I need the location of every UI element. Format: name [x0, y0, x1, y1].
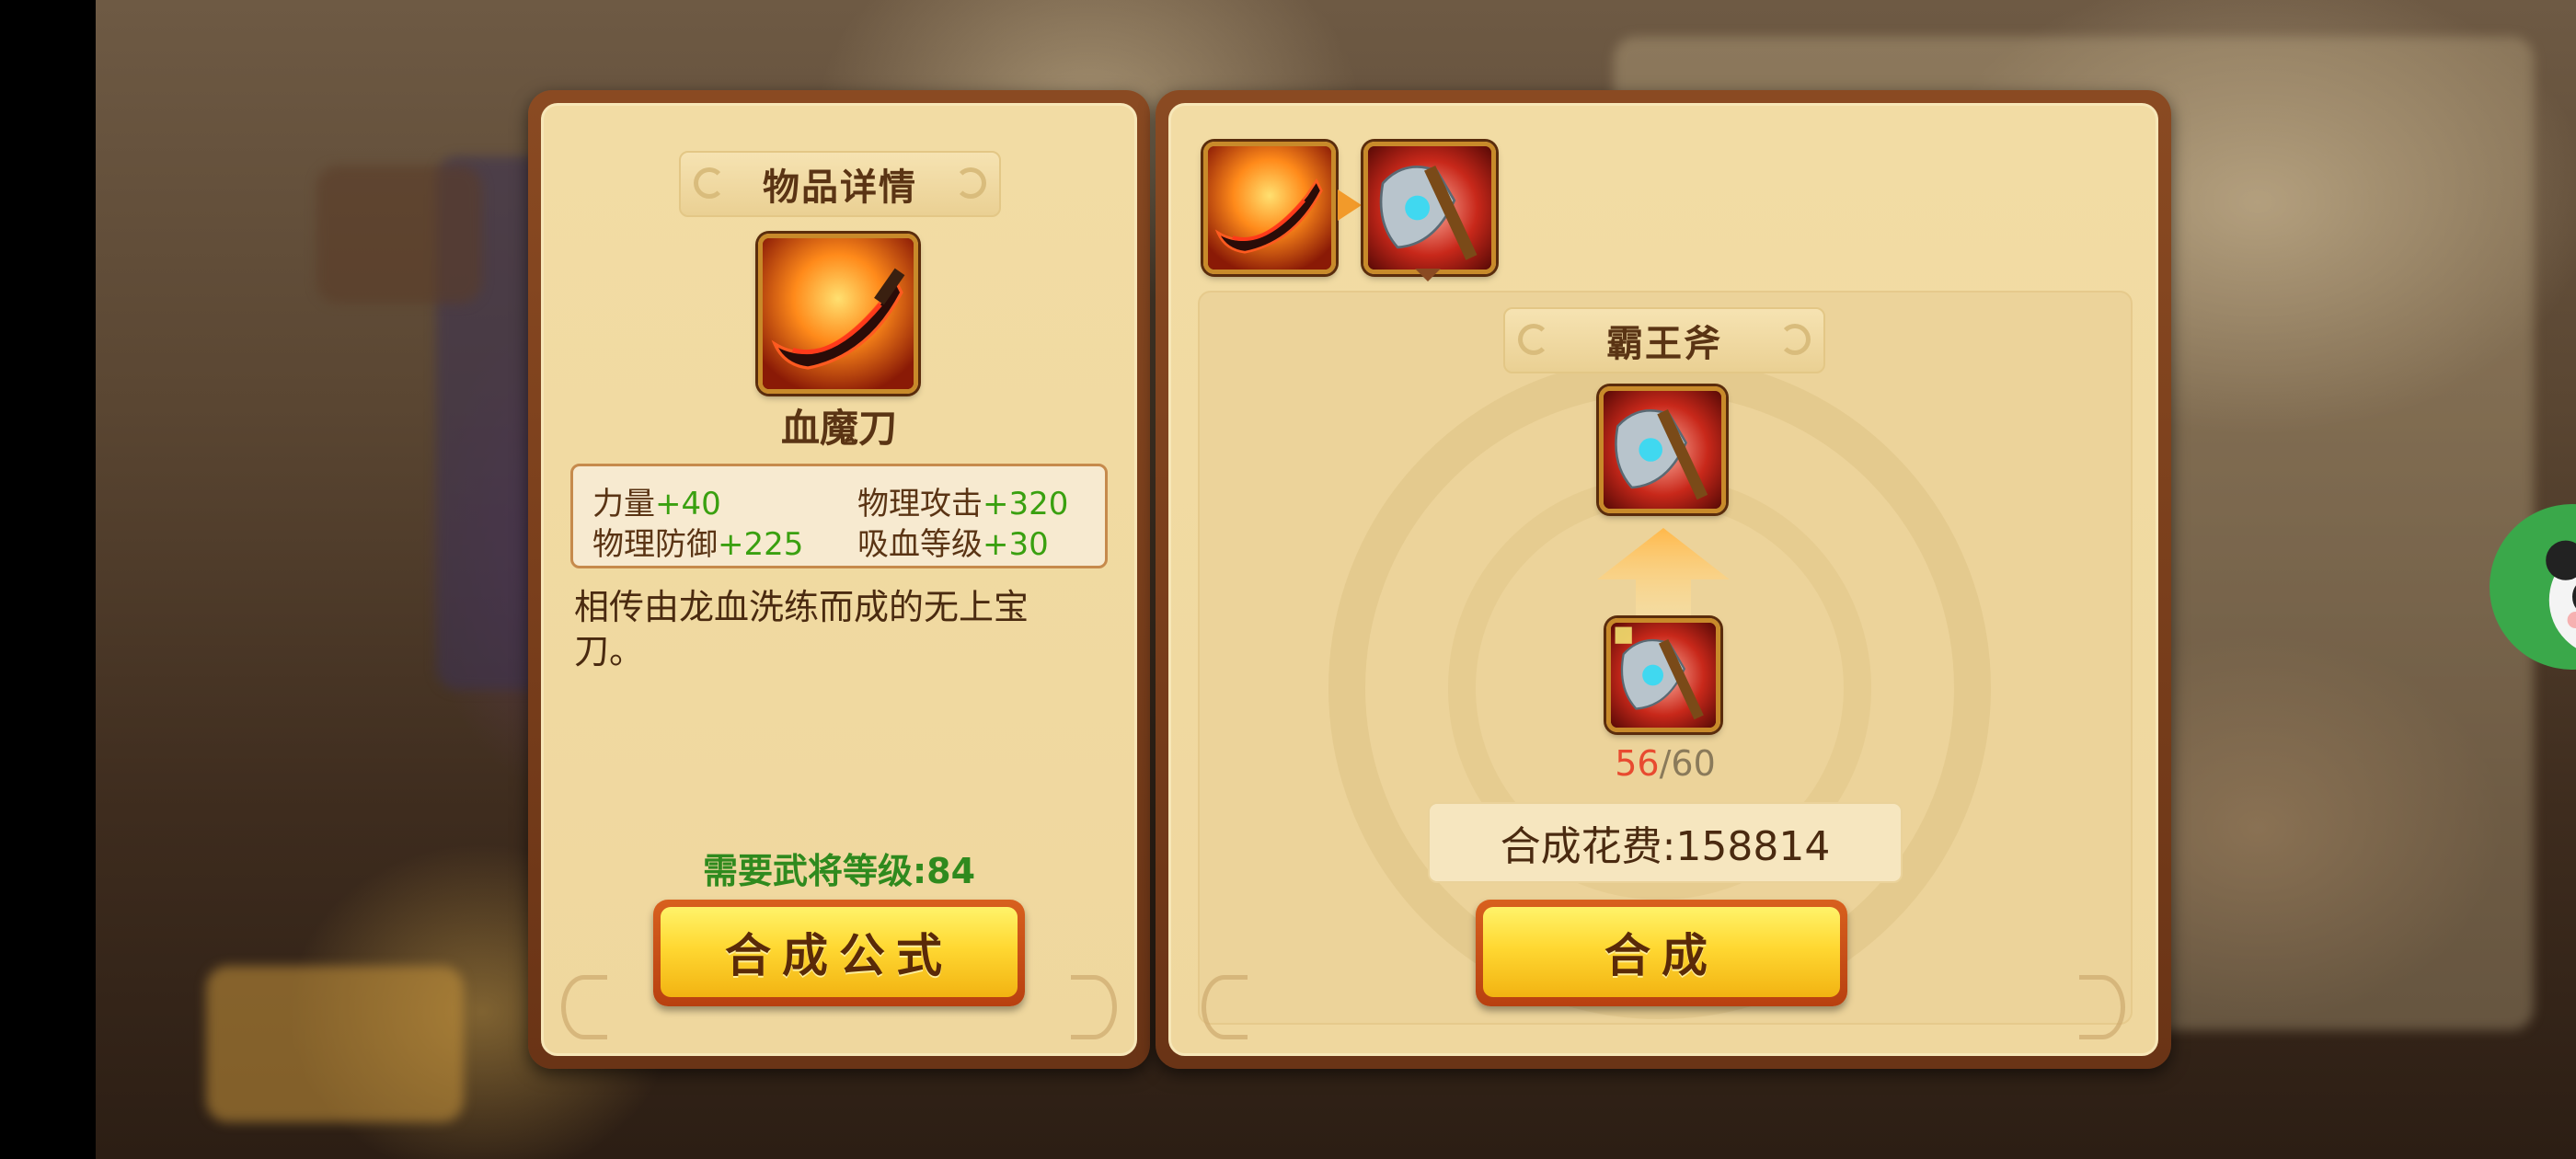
stat-label: 物理攻击: [857, 486, 983, 522]
corner-ornament-icon: [1202, 975, 1248, 1039]
hero-level-requirement: 需要武将等级:84: [702, 851, 976, 891]
swirl-ornament-icon: [694, 167, 725, 199]
synthesize-button[interactable]: 合成: [1476, 900, 1847, 1006]
swirl-ornament-icon: [1518, 324, 1549, 355]
item-description: 相传由龙血洗练而成的无上宝刀。: [574, 587, 1029, 671]
game-screen: 物品详情 血魔刀 力量+40 物理攻击+320 物理防御+225 吸血等级+30…: [0, 0, 2576, 1159]
required-count: 60: [1671, 743, 1716, 784]
synthesis-formula-button-label: 合成公式: [661, 907, 1018, 997]
item-name: 血魔刀: [780, 406, 897, 451]
corner-ornament-icon: [561, 975, 607, 1039]
swirl-ornament-icon: [1779, 324, 1811, 355]
target-item-title-text: 霸王斧: [1606, 323, 1722, 365]
target-item-title: 霸王斧: [1503, 307, 1825, 373]
stat-value: +225: [718, 526, 804, 563]
screen-letterbox: [0, 0, 96, 1159]
swirl-ornament-icon: [955, 167, 986, 199]
stat-label: 力量: [592, 486, 655, 522]
synthesis-formula-button[interactable]: 合成公式: [653, 900, 1025, 1006]
stat-strength: 力量+40: [592, 478, 721, 523]
stat-label: 吸血等级: [857, 526, 983, 563]
stat-value: +40: [655, 486, 721, 522]
stat-physical-attack: 物理攻击+320: [857, 478, 1068, 523]
selected-item-pointer-icon: [1415, 269, 1441, 281]
count-separator: /: [1659, 743, 1672, 784]
overlord-axe-icon[interactable]: [1599, 386, 1726, 513]
item-detail-title: 物品详情: [679, 151, 1001, 217]
overlord-axe-fragment-icon[interactable]: [1606, 618, 1720, 732]
owned-count: 56: [1615, 743, 1660, 784]
recipe-source-item-icon[interactable]: [1203, 142, 1336, 274]
stat-lifesteal-level: 吸血等级+30: [857, 519, 1049, 564]
item-detail-title-text: 物品详情: [763, 166, 917, 209]
material-count: 56/60: [1527, 743, 1803, 784]
stat-value: +30: [983, 526, 1049, 563]
recipe-target-item-icon[interactable]: [1363, 142, 1496, 274]
stat-label: 物理防御: [592, 526, 718, 563]
stat-value: +320: [983, 486, 1069, 522]
up-arrow-icon: [1597, 528, 1730, 616]
stat-physical-defense: 物理防御+225: [592, 519, 803, 564]
corner-ornament-icon: [2079, 975, 2125, 1039]
blood-demon-blade-icon[interactable]: [758, 234, 918, 394]
synthesis-cost: 合成花费:158814: [1428, 802, 1903, 883]
corner-ornament-icon: [1071, 975, 1117, 1039]
recipe-chain-arrow-icon: [1338, 189, 1362, 221]
synthesize-button-label: 合成: [1483, 907, 1840, 997]
